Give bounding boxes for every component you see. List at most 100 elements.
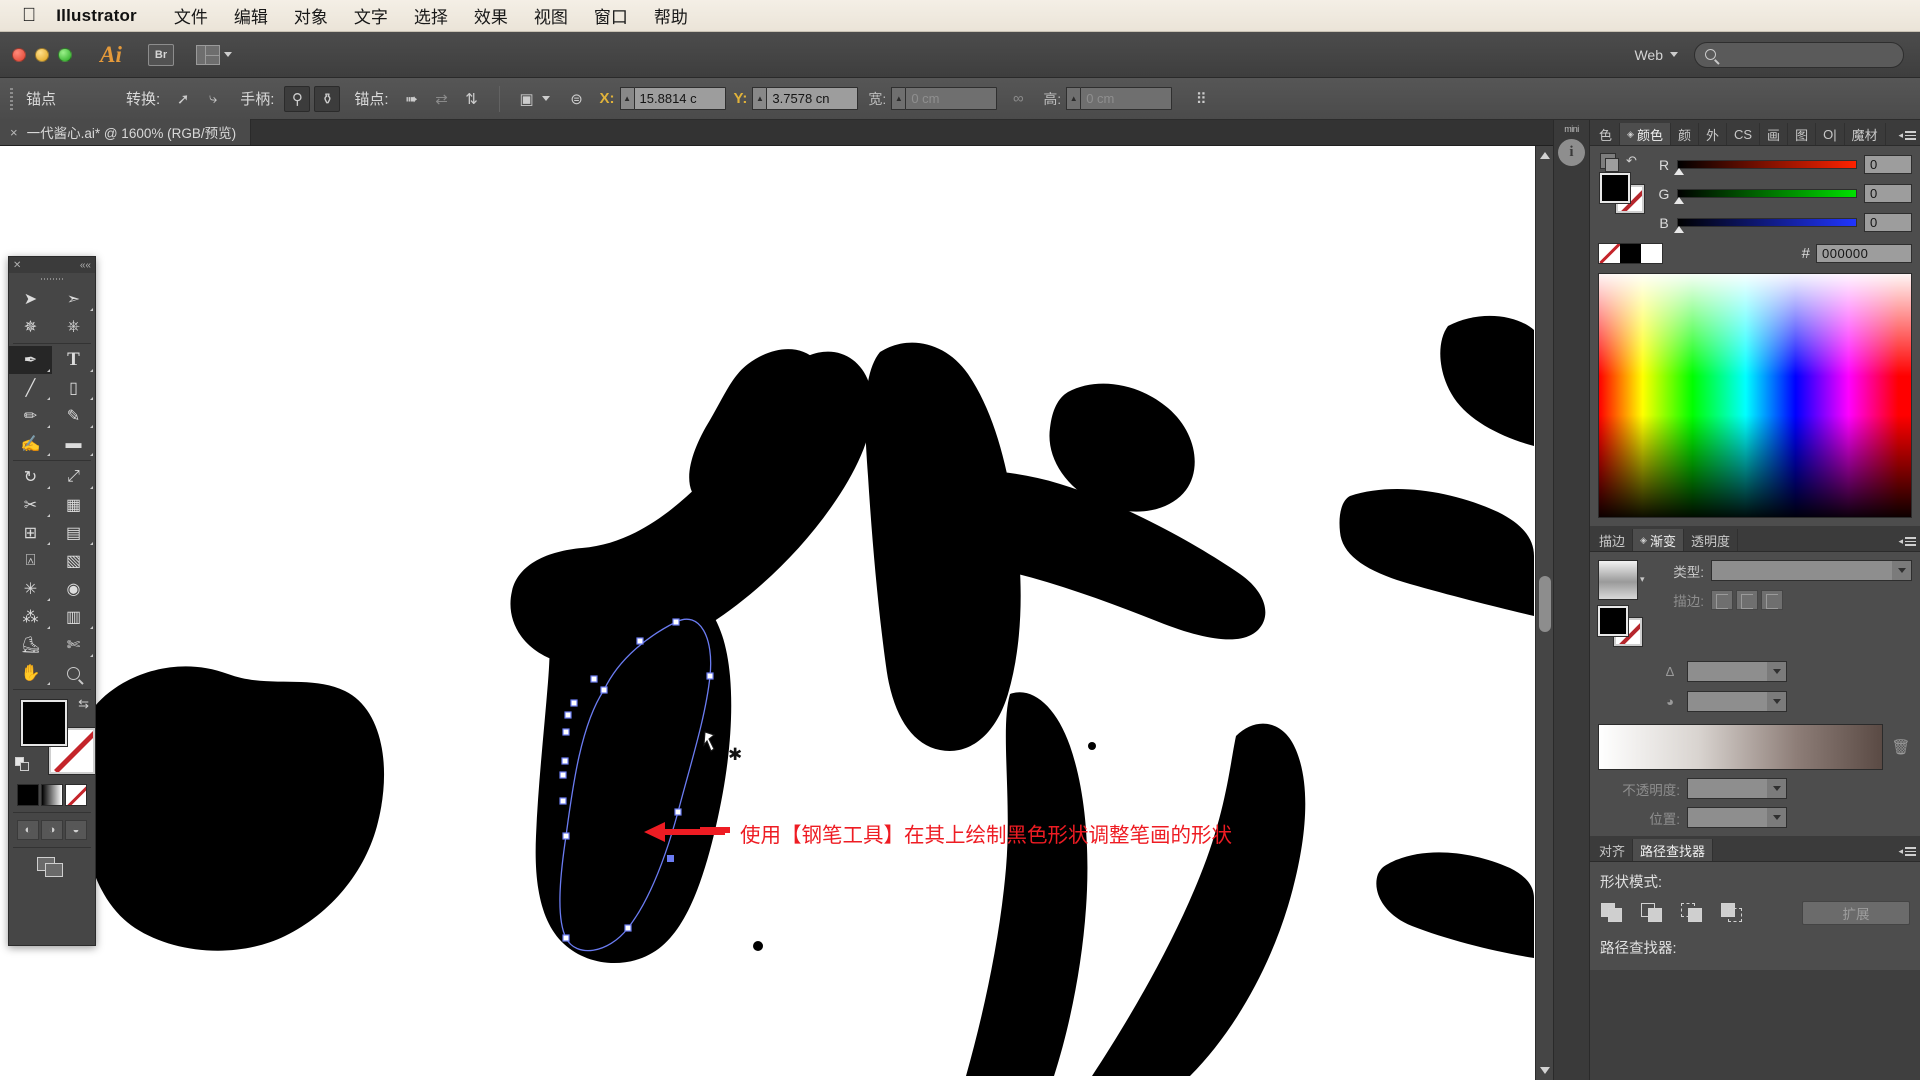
tab-appearance[interactable]: 外 bbox=[1699, 123, 1727, 145]
lasso-tool[interactable]: ⎈ bbox=[52, 313, 95, 341]
tab-stroke[interactable]: 描边 bbox=[1592, 529, 1634, 551]
menu-edit[interactable]: 编辑 bbox=[221, 3, 281, 28]
stroke-across-gradient-icon[interactable] bbox=[1761, 590, 1783, 610]
draw-normal-icon[interactable]: ◐ bbox=[17, 820, 39, 840]
blue-slider-track[interactable] bbox=[1674, 218, 1857, 233]
slice-tool[interactable]: ✄ bbox=[52, 631, 95, 659]
trash-icon[interactable]: 🗑 bbox=[1890, 735, 1912, 759]
free-transform-tool[interactable]: ▦ bbox=[52, 491, 95, 519]
intersect-icon[interactable] bbox=[1680, 901, 1706, 925]
shape-builder-tool[interactable]: ⊞ bbox=[9, 519, 52, 547]
gradient-preview-swatch[interactable] bbox=[1598, 560, 1638, 600]
blend-tool[interactable]: ◉ bbox=[52, 575, 95, 603]
info-icon[interactable]: i bbox=[1558, 139, 1585, 166]
pathfinder-panel-menu-icon[interactable]: ◂ bbox=[1898, 846, 1916, 857]
rectangle-tool[interactable]: ▯ bbox=[52, 374, 95, 402]
gradient-type-select[interactable] bbox=[1711, 560, 1912, 581]
show-handles-icon[interactable]: ⚲ bbox=[284, 85, 311, 112]
y-stepper[interactable]: ▲ bbox=[752, 87, 767, 110]
blob-brush-tool[interactable]: ✍ bbox=[9, 430, 52, 458]
gradient-position-select[interactable] bbox=[1687, 807, 1787, 828]
isolate-object-icon[interactable]: ▣ bbox=[514, 86, 540, 112]
tab-brushes[interactable]: 画 bbox=[1760, 123, 1789, 145]
paintbrush-tool[interactable]: ✏ bbox=[9, 402, 52, 430]
rotate-tool[interactable]: ↻ bbox=[9, 463, 52, 491]
color-panel-menu-icon[interactable]: ◂ bbox=[1898, 130, 1916, 141]
line-segment-tool[interactable]: ╱ bbox=[9, 374, 52, 402]
color-spectrum-ramp[interactable] bbox=[1598, 273, 1912, 518]
y-field[interactable]: 3.7578 cn bbox=[766, 87, 859, 110]
fill-color-swatch[interactable] bbox=[21, 700, 67, 746]
control-bar-grip[interactable] bbox=[8, 85, 17, 112]
swap-fill-stroke-icon[interactable]: ⇆ bbox=[78, 696, 89, 712]
gradient-fill-swatch[interactable] bbox=[1598, 606, 1628, 636]
menu-view[interactable]: 视图 bbox=[521, 3, 581, 28]
tab-transparency[interactable]: 透明度 bbox=[1684, 529, 1738, 551]
menu-select[interactable]: 选择 bbox=[401, 3, 461, 28]
search-help-input[interactable] bbox=[1694, 41, 1904, 68]
exclude-icon[interactable] bbox=[1720, 901, 1746, 925]
tools-panel-header[interactable]: ✕ «« bbox=[9, 257, 95, 273]
close-document-icon[interactable]: × bbox=[10, 125, 18, 140]
pencil-tool[interactable]: ✎ bbox=[52, 402, 95, 430]
menu-effect[interactable]: 效果 bbox=[461, 3, 521, 28]
red-slider-track[interactable] bbox=[1674, 160, 1857, 175]
tab-symbols[interactable]: 图 bbox=[1788, 123, 1817, 145]
tab-swatches-short[interactable]: 色 bbox=[1592, 123, 1621, 145]
collapse-icon[interactable]: «« bbox=[80, 260, 91, 271]
close-icon[interactable]: ✕ bbox=[13, 260, 21, 271]
red-value-field[interactable]: 0 bbox=[1864, 155, 1912, 174]
artboard-tool[interactable]: ⛸ bbox=[9, 631, 52, 659]
tab-links[interactable]: O| bbox=[1816, 123, 1845, 145]
convert-to-corner-icon[interactable]: ➚ bbox=[170, 86, 196, 112]
scroll-up-icon[interactable] bbox=[1540, 152, 1550, 159]
scrollbar-thumb[interactable] bbox=[1539, 576, 1551, 632]
direct-selection-tool[interactable]: ➣ bbox=[52, 285, 95, 313]
menu-help[interactable]: 帮助 bbox=[641, 3, 701, 28]
zoom-tool[interactable] bbox=[52, 659, 95, 687]
none-swatch-button[interactable] bbox=[65, 784, 87, 806]
zoom-window-button[interactable] bbox=[58, 47, 72, 62]
symbol-sprayer-tool[interactable]: ⁂ bbox=[9, 603, 52, 631]
chevron-down-icon[interactable] bbox=[541, 96, 550, 101]
type-tool[interactable]: T bbox=[52, 346, 95, 374]
hex-input[interactable]: 000000 bbox=[1816, 244, 1912, 263]
tab-color[interactable]: ◈ 颜色 bbox=[1620, 123, 1671, 145]
gradient-angle-select[interactable] bbox=[1687, 661, 1787, 682]
draw-behind-icon[interactable]: ◑ bbox=[41, 820, 63, 840]
fill-stroke-indicator-icon[interactable] bbox=[1600, 153, 1619, 172]
x-stepper[interactable]: ▲ bbox=[619, 87, 634, 110]
gradient-ramp-slider[interactable] bbox=[1598, 724, 1883, 770]
tab-cs[interactable]: CS bbox=[1727, 123, 1761, 145]
stroke-within-gradient-icon[interactable] bbox=[1711, 590, 1733, 610]
stroke-along-gradient-icon[interactable] bbox=[1736, 590, 1758, 610]
expand-button[interactable]: 扩展 bbox=[1802, 901, 1910, 925]
gradient-panel-menu-icon[interactable]: ◂ bbox=[1898, 536, 1916, 547]
gradient-opacity-select[interactable] bbox=[1687, 778, 1787, 799]
green-slider-track[interactable] bbox=[1674, 189, 1857, 204]
scroll-down-icon[interactable] bbox=[1540, 1067, 1550, 1074]
unite-icon[interactable] bbox=[1600, 901, 1626, 925]
minimize-window-button[interactable] bbox=[35, 47, 49, 62]
black-swatch-button[interactable] bbox=[1620, 244, 1641, 263]
document-tab[interactable]: × 一代酱心.ai* @ 1600% (RGB/预览) bbox=[0, 119, 252, 145]
remove-anchor-icon[interactable]: ➠ bbox=[399, 86, 425, 112]
width-tool[interactable]: ✂ bbox=[9, 491, 52, 519]
fill-color-swatch[interactable] bbox=[1600, 173, 1630, 203]
tools-panel-grip[interactable] bbox=[9, 273, 95, 285]
bridge-button[interactable]: Br bbox=[148, 43, 174, 66]
arrange-documents-button[interactable] bbox=[196, 44, 232, 65]
canvas-vertical-scrollbar[interactable] bbox=[1535, 146, 1553, 1080]
menu-object[interactable]: 对象 bbox=[281, 3, 341, 28]
transform-handles-icon[interactable]: ⊜ bbox=[564, 86, 590, 112]
tab-pathfinder[interactable]: 路径查找器 bbox=[1633, 839, 1714, 861]
color-swatch-button[interactable] bbox=[17, 784, 39, 806]
tab-color-guide[interactable]: 颜 bbox=[1671, 123, 1699, 145]
draw-inside-icon[interactable]: ◒ bbox=[65, 820, 87, 840]
close-window-button[interactable] bbox=[12, 47, 26, 62]
hide-handles-icon[interactable]: ⚱ bbox=[314, 85, 341, 112]
none-swatch-button[interactable] bbox=[1599, 244, 1620, 263]
gradient-preview-caret-icon[interactable]: ▾ bbox=[1640, 574, 1645, 585]
transform-each-icon[interactable]: ⠿ bbox=[1188, 86, 1214, 112]
hand-tool[interactable]: ✋ bbox=[9, 659, 52, 687]
